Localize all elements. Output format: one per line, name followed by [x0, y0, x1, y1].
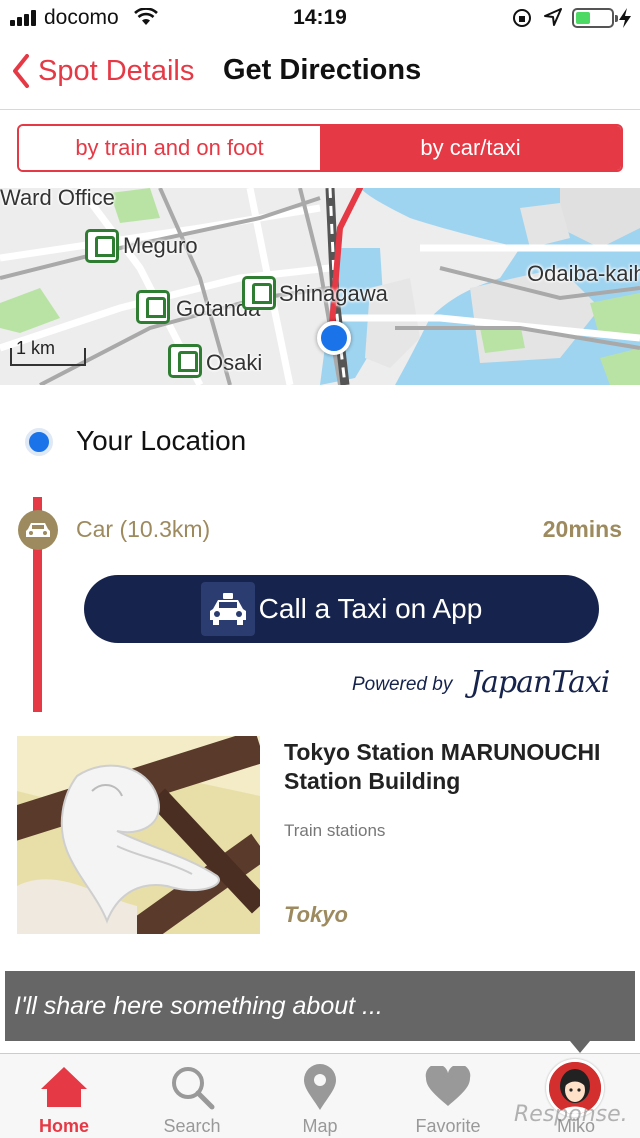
back-label: Spot Details: [38, 54, 195, 87]
rotation-lock-icon: [513, 9, 531, 27]
tab-home-label: Home: [38, 1116, 89, 1136]
segment-car-taxi[interactable]: by car/taxi: [320, 126, 621, 170]
speech-tail: [570, 1041, 590, 1053]
page-title: Get Directions: [223, 54, 422, 86]
status-bar: docomo 14:19: [0, 0, 640, 36]
spot-city: Tokyo: [284, 902, 348, 927]
charging-bolt-icon: [619, 8, 631, 28]
route-mode-distance: Car (10.3km): [76, 516, 211, 542]
origin-label: Your Location: [76, 425, 247, 456]
map-label-shinagawa: Shinagawa: [279, 281, 388, 306]
train-station-icon[interactable]: [136, 290, 170, 324]
tab-search[interactable]: Search: [128, 1054, 256, 1138]
navigation-bar: Spot Details Get Directions: [0, 36, 640, 110]
map-label-meguro: Meguro: [123, 233, 198, 258]
tab-search-label: Search: [163, 1116, 221, 1136]
taxi-icon: [200, 582, 255, 636]
map-scale-label: 1 km: [16, 338, 56, 358]
route-duration: 20mins: [542, 516, 622, 542]
map-scale: 1 km: [10, 338, 86, 366]
call-taxi-label: Call a Taxi on App: [258, 593, 483, 624]
map-label-osaki: Osaki: [206, 350, 263, 375]
japantaxi-logo[interactable]: JapanTaxi: [470, 665, 610, 700]
assistant-speech-text: I'll share here something about ...: [14, 992, 383, 1020]
tab-favorite-label: Favorite: [415, 1116, 481, 1136]
back-button[interactable]: Spot Details: [12, 48, 194, 94]
tab-home[interactable]: Home: [0, 1054, 128, 1138]
car-icon: [18, 510, 58, 550]
map-pin-icon: [295, 1062, 345, 1112]
tab-map[interactable]: Map: [256, 1054, 384, 1138]
transport-mode-segmented-control: by train and on foot by car/taxi: [17, 124, 623, 172]
watermark: Response.: [514, 1102, 628, 1127]
spot-category: Train stations: [284, 821, 386, 840]
tab-map-label: Map: [302, 1116, 338, 1136]
search-icon: [167, 1062, 217, 1112]
map-label-ward-office: Ward Office: [0, 188, 115, 210]
train-station-icon[interactable]: [168, 344, 202, 378]
tab-favorite[interactable]: Favorite: [384, 1054, 512, 1138]
location-arrow-icon: [544, 8, 562, 26]
chevron-left-icon: [13, 54, 29, 88]
assistant-speech-banner[interactable]: I'll share here something about ...: [5, 971, 635, 1053]
spot-title[interactable]: Tokyo Station MARUNOUCHI Station Buildin…: [284, 738, 630, 796]
train-station-icon[interactable]: [242, 276, 276, 310]
heart-icon: [423, 1062, 473, 1112]
spot-photo[interactable]: [17, 736, 260, 934]
battery-icon: [572, 8, 618, 28]
origin-dot-icon: [25, 428, 53, 456]
train-station-icon[interactable]: [85, 229, 119, 263]
segment-train-foot[interactable]: by train and on foot: [19, 126, 320, 170]
route-map[interactable]: Ward Office Meguro Gotanda Shinagawa Osa…: [0, 188, 640, 385]
call-taxi-button[interactable]: Call a Taxi on App: [84, 575, 599, 643]
map-label-odaiba: Odaiba-kaih: [527, 261, 640, 286]
home-icon: [39, 1062, 89, 1112]
current-location-marker: [317, 321, 351, 355]
powered-by-label: Powered by: [352, 674, 453, 695]
